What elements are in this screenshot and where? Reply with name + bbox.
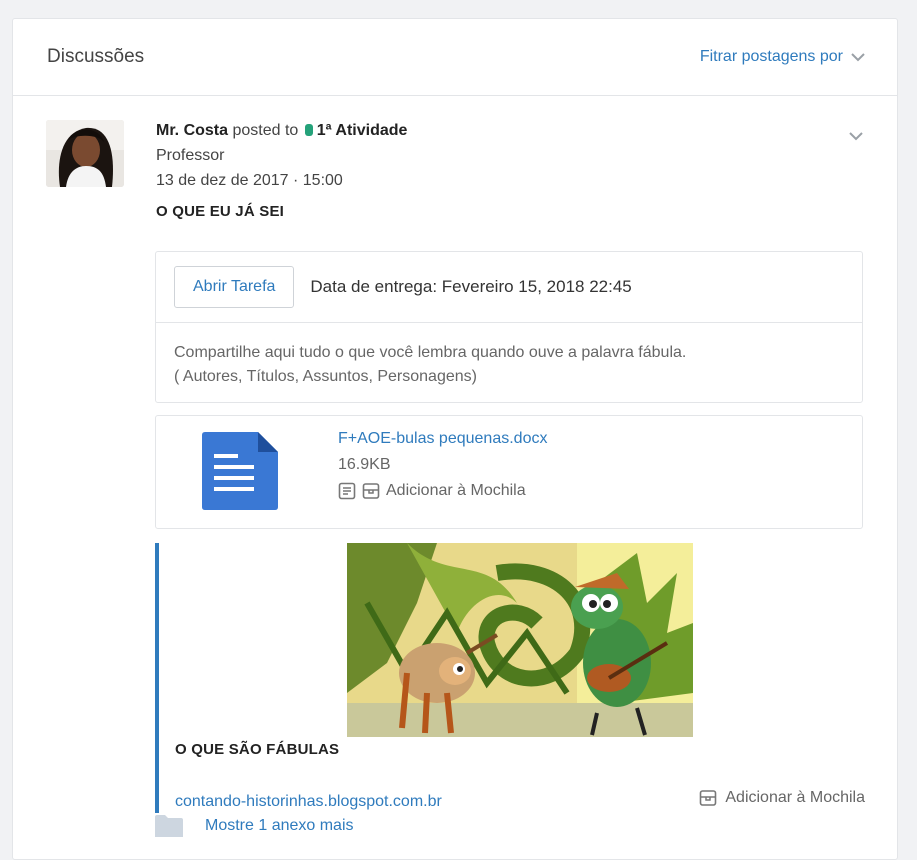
backpack-icon — [700, 790, 717, 806]
folder-icon — [155, 815, 183, 837]
author-name[interactable]: Mr. Costa — [156, 122, 228, 139]
channel-tag-icon — [304, 124, 313, 136]
link-add-label: Adicionar à Mochila — [725, 789, 865, 806]
add-to-backpack-link[interactable]: Adicionar à Mochila — [386, 482, 526, 500]
chevron-down-icon — [851, 52, 865, 61]
show-more-attachments[interactable]: Mostre 1 anexo mais — [155, 815, 354, 837]
panel-title: Discussões — [47, 46, 145, 67]
link-preview-card: O QUE SÃO FÁBULAS contando-historinhas.b… — [155, 543, 865, 813]
file-size: 16.9KB — [338, 456, 391, 473]
posted-to-text: posted to — [228, 122, 303, 139]
task-card-top: Abrir Tarefa Data de entrega: Fevereiro … — [156, 252, 862, 323]
file-attachment-card: F+AOE-bulas pequenas.docx 16.9KB Adicion… — [155, 415, 863, 529]
channel-name[interactable]: 1ª Atividade — [317, 122, 408, 139]
link-thumbnail-image[interactable] — [347, 543, 693, 737]
open-task-button[interactable]: Abrir Tarefa — [174, 266, 295, 308]
link-url[interactable]: contando-historinhas.blogspot.com.br — [175, 793, 442, 811]
task-description: Compartilhe aqui tudo o que você lembra … — [156, 323, 862, 389]
show-more-label: Mostre 1 anexo mais — [205, 817, 354, 834]
file-name-link[interactable]: F+AOE-bulas pequenas.docx — [338, 430, 547, 448]
panel-header: Discussões Fitrar postagens por — [13, 19, 897, 96]
task-description-line2: ( Autores, Títulos, Assuntos, Personagen… — [174, 368, 477, 385]
task-description-line1: Compartilhe aqui tudo o que você lembra … — [174, 344, 687, 361]
post-meta: Mr. Costa posted to 1ª Atividade Profess… — [156, 118, 897, 193]
link-title[interactable]: O QUE SÃO FÁBULAS — [175, 741, 339, 758]
post-options-chevron-icon[interactable] — [849, 132, 863, 141]
avatar[interactable] — [46, 120, 124, 187]
filter-posts-dropdown[interactable]: Fitrar postagens por — [700, 48, 865, 66]
discussions-panel: Discussões Fitrar postagens por Mr. Cost… — [12, 18, 898, 860]
author-role: Professor — [156, 147, 225, 164]
filter-posts-label: Fitrar postagens por — [699, 48, 843, 65]
notes-icon[interactable] — [338, 482, 356, 500]
post-author-line: Mr. Costa posted to 1ª Atividade — [156, 118, 897, 143]
post-heading: O QUE EU JÁ SEI — [156, 203, 285, 220]
task-card: Abrir Tarefa Data de entrega: Fevereiro … — [155, 251, 863, 403]
file-actions: Adicionar à Mochila — [338, 482, 526, 500]
due-date: Data de entrega: Fevereiro 15, 2018 22:4… — [310, 277, 632, 296]
discussion-post: Mr. Costa posted to 1ª Atividade Profess… — [13, 96, 897, 220]
backpack-icon[interactable] — [362, 482, 380, 500]
doc-icon[interactable] — [202, 432, 278, 510]
post-timestamp: 13 de dez de 2017 · 15:00 — [156, 172, 343, 189]
link-add-to-backpack[interactable]: Adicionar à Mochila — [699, 789, 865, 807]
